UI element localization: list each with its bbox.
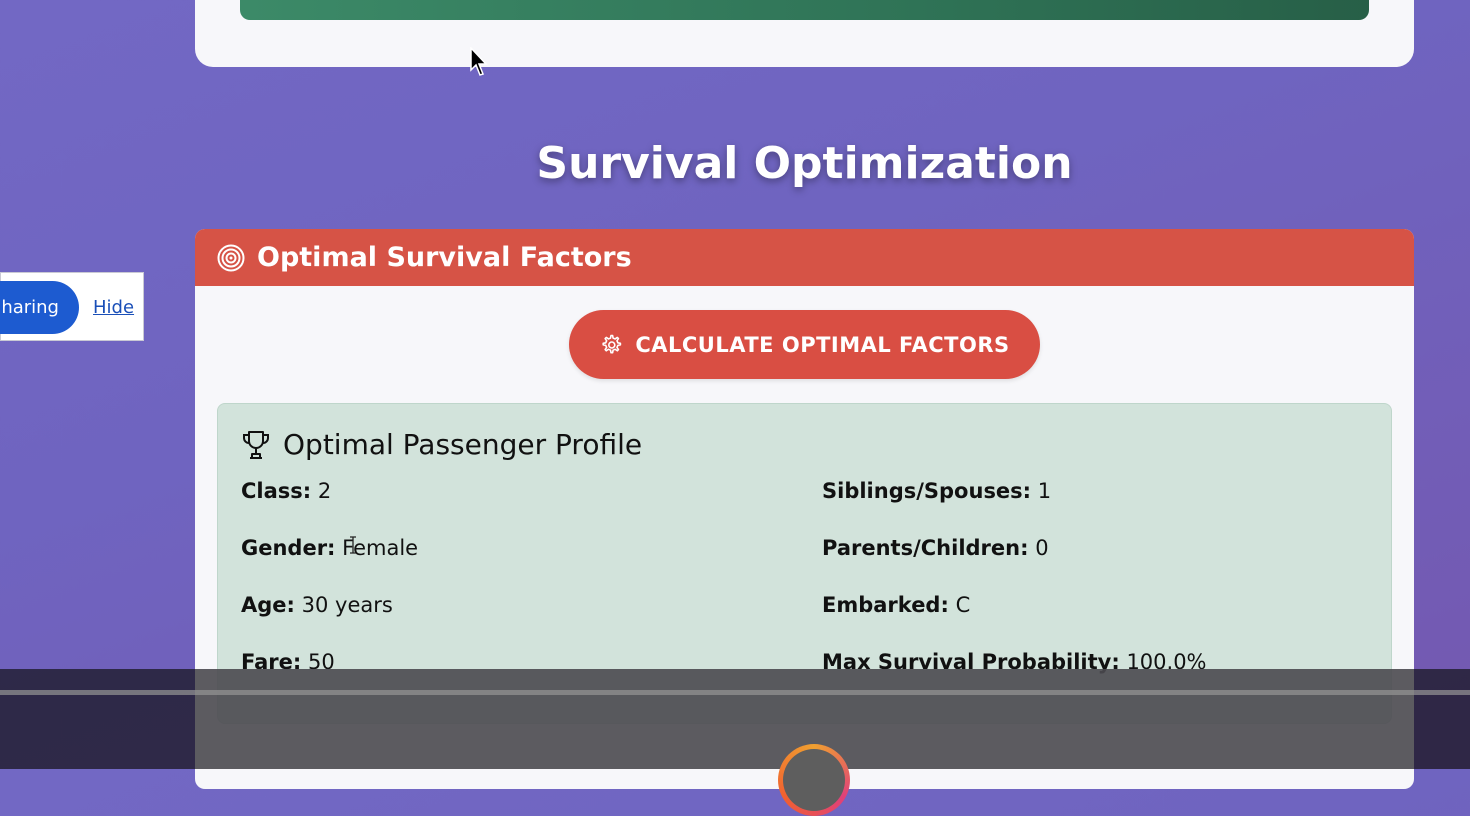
field-value: 0 <box>1035 536 1049 560</box>
field-label: Siblings/Spouses: <box>822 479 1032 503</box>
field-embarked: Embarked: C <box>822 593 970 617</box>
profile-title-text: Optimal Passenger Profile <box>283 428 643 461</box>
field-class: Class: 2 <box>241 479 331 503</box>
recorder-logo-icon[interactable] <box>778 744 850 816</box>
calculate-optimal-factors-button[interactable]: CALCULATE OPTIMAL FACTORS <box>569 310 1040 379</box>
card-header: Optimal Survival Factors <box>195 229 1414 286</box>
field-parents-children: Parents/Children: 0 <box>822 536 1049 560</box>
card-header-title: Optimal Survival Factors <box>257 242 632 273</box>
field-label: Age: <box>241 593 295 617</box>
gear-icon <box>602 334 622 353</box>
text-cursor-icon <box>350 536 356 554</box>
field-label: Gender: <box>241 536 336 560</box>
screen-share-panel: haring Hide <box>0 272 144 341</box>
calculate-button-label: CALCULATE OPTIMAL FACTORS <box>635 332 1010 357</box>
field-label: Parents/Children: <box>822 536 1029 560</box>
field-value: C <box>955 593 971 617</box>
stop-sharing-button[interactable]: haring <box>0 281 79 334</box>
mouse-pointer-icon <box>470 47 488 76</box>
previous-section-card <box>195 0 1414 67</box>
field-label: Embarked: <box>822 593 949 617</box>
field-label: Class: <box>241 479 312 503</box>
overlay-progress-line <box>0 690 1470 695</box>
field-age: Age: 30 years <box>241 593 393 617</box>
field-value: 1 <box>1037 479 1052 503</box>
trophy-icon <box>243 430 269 459</box>
field-gender: Gender: Female <box>241 536 418 560</box>
field-value: 2 <box>317 479 332 503</box>
target-icon <box>217 244 245 271</box>
field-value: 30 years <box>301 593 393 617</box>
hide-link[interactable]: Hide <box>93 297 134 318</box>
field-siblings-spouses: Siblings/Spouses: 1 <box>822 479 1051 503</box>
profile-title: Optimal Passenger Profile <box>241 428 642 461</box>
previous-section-bar <box>240 0 1369 20</box>
section-title: Survival Optimization <box>536 138 1073 189</box>
